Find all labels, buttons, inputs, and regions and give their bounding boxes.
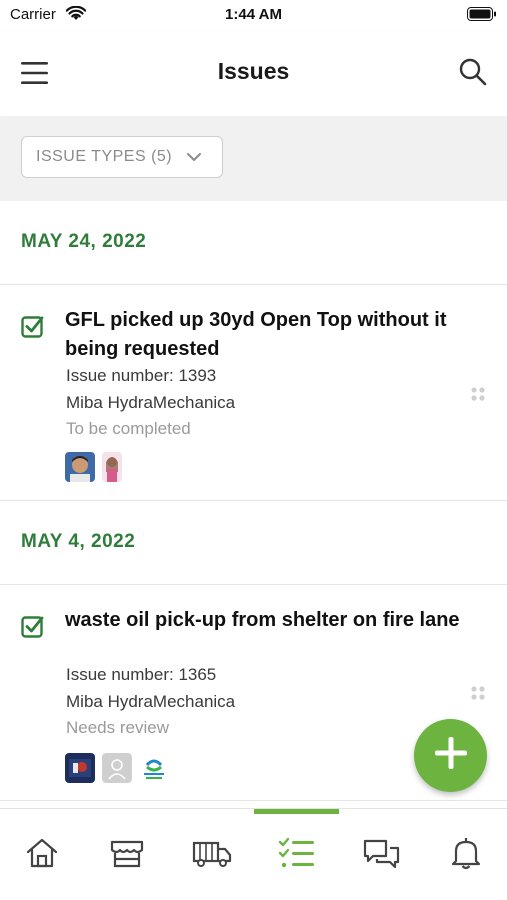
status-bar: Carrier 1:44 AM: [0, 0, 507, 32]
issue-number: Issue number: 1393: [66, 366, 217, 385]
issue-checkbox-icon: [21, 314, 45, 338]
avatar: [65, 753, 95, 783]
issue-card[interactable]: GFL picked up 30yd Open Top without it b…: [0, 286, 507, 501]
home-icon[interactable]: [22, 833, 62, 873]
issue-types-filter-dropdown[interactable]: ISSUE TYPES (5): [21, 136, 223, 178]
issue-checkbox-icon: [21, 614, 45, 638]
date-header: MAY 4, 2022: [0, 501, 507, 585]
issue-title: waste oil pick-up from shelter on fire l…: [65, 609, 460, 631]
clock-time: 1:44 AM: [225, 6, 282, 23]
app-header: Issues: [0, 32, 507, 116]
assignee-avatars: [65, 452, 122, 482]
avatar-placeholder: [102, 753, 132, 783]
battery-icon: [467, 7, 497, 26]
date-label: MAY 24, 2022: [21, 231, 147, 252]
avatar: [102, 452, 122, 482]
issue-company: Miba HydraMechanica: [66, 393, 236, 412]
avatar: [139, 753, 169, 783]
plus-icon: [433, 735, 469, 776]
chat-icon[interactable]: [362, 833, 402, 873]
bell-icon[interactable]: [446, 833, 486, 873]
drag-handle-icon[interactable]: [469, 684, 487, 702]
date-label: MAY 4, 2022: [21, 531, 136, 552]
issue-status: Needs review: [66, 718, 169, 737]
bottom-nav: [0, 808, 507, 900]
chevron-down-icon: [186, 149, 202, 165]
issue-title: GFL picked up 30yd Open Top without it b…: [65, 309, 447, 360]
filter-label: ISSUE TYPES (5): [36, 148, 173, 165]
store-icon[interactable]: [107, 833, 147, 873]
add-issue-button[interactable]: [414, 719, 487, 792]
page-title: Issues: [217, 58, 290, 84]
assignee-avatars: [65, 753, 169, 783]
issue-status: To be completed: [66, 419, 191, 438]
avatar: [65, 452, 95, 482]
issue-company: Miba HydraMechanica: [66, 692, 236, 711]
date-header: MAY 24, 2022: [0, 201, 507, 285]
truck-icon[interactable]: [192, 833, 232, 873]
drag-handle-icon[interactable]: [469, 385, 487, 403]
filter-bar: ISSUE TYPES (5): [0, 117, 507, 201]
checklist-icon[interactable]: [277, 833, 317, 873]
issue-number: Issue number: 1365: [66, 665, 217, 684]
search-icon[interactable]: [457, 56, 489, 88]
active-tab-indicator: [254, 809, 339, 814]
